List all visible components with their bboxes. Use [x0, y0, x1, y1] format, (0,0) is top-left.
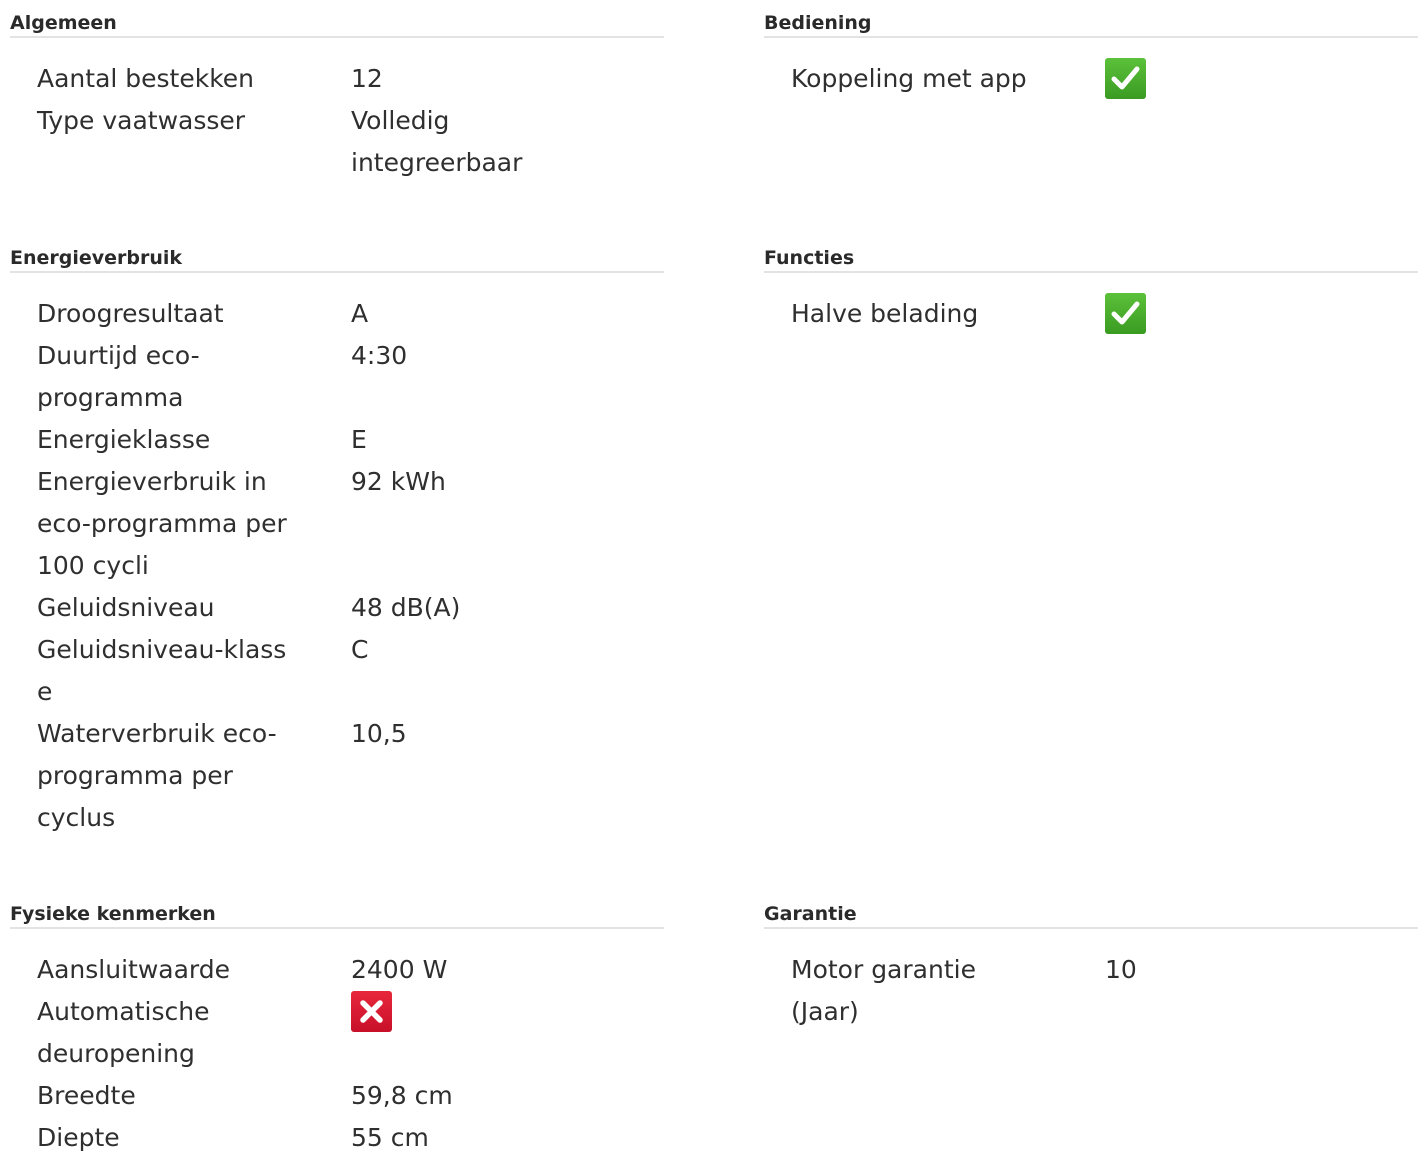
spec-value: 10,5 [351, 719, 407, 748]
spec-list: Aansluitwaarde 2400 W Automatische deuro… [10, 929, 664, 1159]
spec-label: Breedte [37, 1081, 136, 1110]
spec-value: 12 [351, 64, 383, 93]
spec-value: C [351, 635, 369, 664]
spec-label: Waterverbruik eco-programma per cyclus [37, 719, 277, 832]
section-title: Fysieke kenmerken [10, 893, 664, 929]
spec-value: 4:30 [351, 341, 408, 370]
spec-value [1105, 293, 1335, 335]
spec-value: 48 dB(A) [351, 593, 461, 622]
spec-row: Energieverbruik in eco-programma per 100… [37, 461, 664, 587]
spec-row: Aantal bestekken 12 [37, 58, 664, 100]
section-bediening: Bediening Koppeling met app [764, 2, 1418, 100]
section-functies: Functies Halve belading [764, 237, 1418, 335]
spec-list: Motor garantie (Jaar) 10 [764, 929, 1418, 1033]
spec-row: Aansluitwaarde 2400 W [37, 949, 664, 991]
section-garantie: Garantie Motor garantie (Jaar) 10 [764, 893, 1418, 1033]
spec-value: 92 kWh [351, 467, 446, 496]
spec-label: Droogresultaat [37, 299, 224, 328]
spec-value: Volledig integreerbaar [351, 106, 523, 177]
spec-value: 55 cm [351, 1123, 429, 1152]
spec-label: Geluidsniveau-klasse [37, 635, 287, 706]
spec-row: Breedte 59,8 cm [37, 1075, 664, 1117]
spec-row: Halve belading [791, 293, 1418, 335]
spec-value: 10 [1105, 955, 1137, 984]
spec-label: Duurtijd eco-programma [37, 341, 200, 412]
spec-label: Energieverbruik in eco-programma per 100… [37, 467, 287, 580]
spec-row: Type vaatwasser Volledig integreerbaar [37, 100, 664, 184]
spec-label: Halve belading [791, 299, 979, 328]
spec-value: E [351, 425, 367, 454]
cross-icon [351, 991, 392, 1032]
spec-row: Duurtijd eco-programma 4:30 [37, 335, 664, 419]
spec-row: Koppeling met app [791, 58, 1418, 100]
spec-row: Geluidsniveau 48 dB(A) [37, 587, 664, 629]
section-title: Algemeen [10, 2, 664, 38]
spec-list: Halve belading [764, 273, 1418, 335]
spec-label: Type vaatwasser [37, 106, 246, 135]
section-fysieke-kenmerken: Fysieke kenmerken Aansluitwaarde 2400 W … [10, 893, 664, 1159]
spec-row: Droogresultaat A [37, 293, 664, 335]
section-title: Bediening [764, 2, 1418, 38]
check-icon [1105, 293, 1146, 334]
section-energieverbruik: Energieverbruik Droogresultaat A Duurtij… [10, 237, 664, 839]
spec-label: Koppeling met app [791, 64, 1027, 93]
spec-label: Motor garantie (Jaar) [791, 955, 976, 1026]
spec-label: Diepte [37, 1123, 120, 1152]
spec-label: Energieklasse [37, 425, 211, 454]
section-title: Energieverbruik [10, 237, 664, 273]
spec-row: Geluidsniveau-klasse C [37, 629, 664, 713]
check-icon [1105, 58, 1146, 99]
spec-row: Waterverbruik eco-programma per cyclus 1… [37, 713, 664, 839]
spec-list: Aantal bestekken 12 Type vaatwasser Voll… [10, 38, 664, 184]
spec-value [1105, 58, 1335, 100]
spec-row: Diepte 55 cm [37, 1117, 664, 1159]
spec-list: Droogresultaat A Duurtijd eco-programma … [10, 273, 664, 839]
spec-list: Koppeling met app [764, 38, 1418, 100]
spec-value [351, 991, 581, 1033]
spec-row: Automatische deuropening [37, 991, 664, 1075]
spec-value: 2400 W [351, 955, 448, 984]
spec-row: Energieklasse E [37, 419, 664, 461]
spec-label: Geluidsniveau [37, 593, 215, 622]
section-algemeen: Algemeen Aantal bestekken 12 Type vaatwa… [10, 2, 664, 184]
section-title: Garantie [764, 893, 1418, 929]
spec-label: Automatische deuropening [37, 997, 210, 1068]
spec-row: Motor garantie (Jaar) 10 [791, 949, 1418, 1033]
spec-value: 59,8 cm [351, 1081, 453, 1110]
spec-label: Aantal bestekken [37, 64, 255, 93]
section-title: Functies [764, 237, 1418, 273]
spec-value: A [351, 299, 369, 328]
spec-label: Aansluitwaarde [37, 955, 231, 984]
